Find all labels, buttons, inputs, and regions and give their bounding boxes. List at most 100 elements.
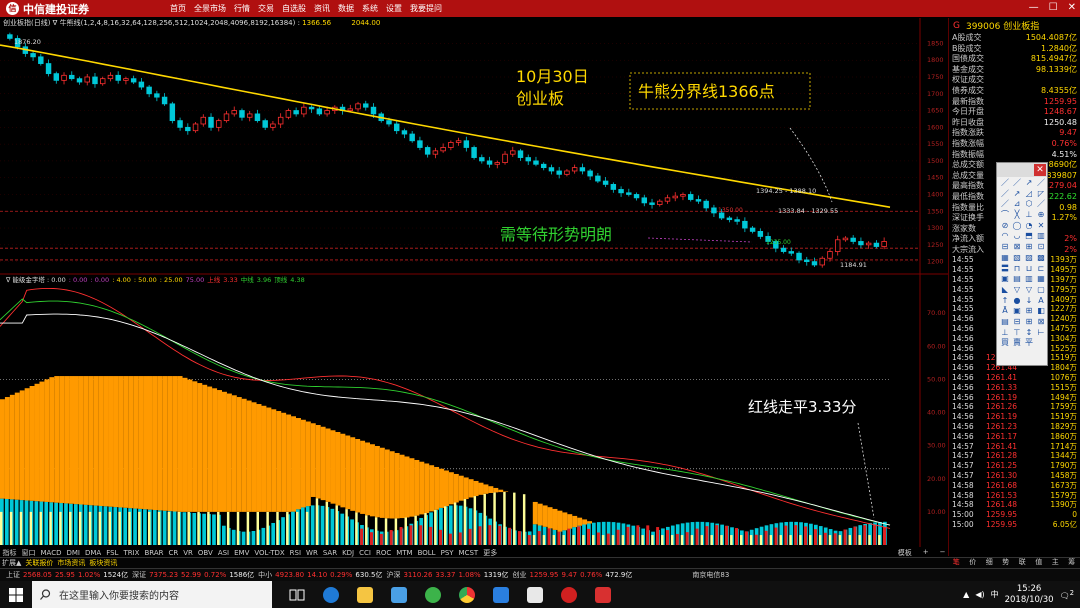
indicator-tab[interactable]: RSI xyxy=(287,549,303,557)
indicator-tab[interactable]: 更多 xyxy=(481,548,500,558)
network-icon[interactable]: ▲ xyxy=(963,590,969,599)
index-name[interactable]: 创业 xyxy=(513,570,527,580)
indicator-tab[interactable]: MCST xyxy=(456,549,481,557)
drawing-tool-icon[interactable]: ⊟ xyxy=(1011,317,1023,328)
drawing-tool-icon[interactable]: 賣 xyxy=(1011,338,1023,349)
menu-item[interactable]: 系统 xyxy=(362,3,378,14)
drawing-toolbar[interactable]: ✕ ／／ ↗ ／／ ↗ ◿ ◸ ／ ⊿ ⬡ ／ ⌒ ╳ ⊥ ⊕ ⊘ ◯ ◔ ✕ ◠ ◡ ⬒ ▥ ⊟ ⊠ ⊞ ⊡ ▦ ▧ ▨ ▩ 〓 ⊓ ⊔ ⊏ ▣ ▤… xyxy=(996,162,1048,366)
drawing-tool-icon[interactable]: ◡ xyxy=(1011,231,1023,242)
drawing-tool-icon[interactable]: ▩ xyxy=(1035,253,1047,264)
quote-panel-tab[interactable]: 势 xyxy=(1002,557,1009,568)
file-explorer-icon[interactable] xyxy=(348,581,382,608)
quote-panel-tab[interactable]: 笔 xyxy=(953,557,960,568)
menu-item[interactable]: 我要提问 xyxy=(410,3,442,14)
indicator-tab[interactable]: SAR xyxy=(320,549,339,557)
drawing-tool-icon[interactable]: ● xyxy=(1011,296,1023,307)
indicator-tab[interactable]: 窗口 xyxy=(19,548,38,558)
indicator-tab[interactable]: CCI xyxy=(357,549,374,557)
quote-panel-tab[interactable]: 联 xyxy=(1019,557,1026,568)
drawing-tool-icon[interactable]: ／ xyxy=(1035,199,1047,210)
drawing-tool-icon[interactable]: ▥ xyxy=(1035,231,1047,242)
edge-browser-icon[interactable] xyxy=(314,581,348,608)
drawing-tool-icon[interactable]: ⊠ xyxy=(1011,242,1023,253)
store-icon[interactable] xyxy=(382,581,416,608)
drawing-tool-icon[interactable]: ⊟ xyxy=(999,242,1011,253)
drawing-tool-icon[interactable]: ▣ xyxy=(1011,306,1023,317)
indicator-tab[interactable]: MTM xyxy=(394,549,415,557)
maximize-icon[interactable]: ☐ xyxy=(1049,2,1058,13)
drawing-tool-icon[interactable]: ◣ xyxy=(999,285,1011,296)
close-icon[interactable]: ✕ xyxy=(1068,2,1076,13)
extension-toggle[interactable]: 扩展▲ xyxy=(2,558,21,568)
clock[interactable]: 15:26 2018/10/30 xyxy=(1005,584,1054,606)
close-icon[interactable]: ✕ xyxy=(1034,164,1046,176)
task-view-icon[interactable] xyxy=(280,581,314,608)
drawing-tool-icon[interactable]: ◠ xyxy=(999,231,1011,242)
quote-panel-tab[interactable]: 价 xyxy=(969,557,976,568)
menu-item[interactable]: 自选股 xyxy=(282,3,306,14)
indicator-tab[interactable]: TRIX xyxy=(121,549,142,557)
drawing-tool-icon[interactable]: ／ xyxy=(999,189,1011,200)
indicator-tab[interactable]: DMI xyxy=(64,549,83,557)
drawing-tool-icon[interactable]: 買 xyxy=(999,338,1011,349)
indicator-tab[interactable]: VOL-TDX xyxy=(252,549,287,557)
indicator-tab[interactable]: MACD xyxy=(38,549,64,557)
drawing-tool-icon[interactable]: ↑ xyxy=(999,296,1011,307)
drawing-tool-icon[interactable]: ⊞ xyxy=(1023,242,1035,253)
drawing-tool-icon[interactable]: ⊘ xyxy=(999,221,1011,232)
drawing-tool-icon[interactable]: ✕ xyxy=(1035,221,1047,232)
drawing-tool-icon[interactable]: ◔ xyxy=(1023,221,1035,232)
indicator-tab[interactable]: FSL xyxy=(104,549,121,557)
drawing-tool-icon[interactable]: ／ xyxy=(1035,178,1047,189)
volume-icon[interactable]: ◀) xyxy=(975,590,984,599)
drawing-tool-icon[interactable]: ↗ xyxy=(1023,178,1035,189)
index-name[interactable]: 中小 xyxy=(258,570,272,580)
quote-panel-tab[interactable]: 细 xyxy=(986,557,993,568)
menu-item[interactable]: 全景市场 xyxy=(194,3,226,14)
menu-item[interactable]: 首页 xyxy=(170,3,186,14)
drawing-tool-icon[interactable]: ⬒ xyxy=(1023,231,1035,242)
drawing-tool-icon[interactable]: ⊏ xyxy=(1035,264,1047,275)
windows-start-icon[interactable] xyxy=(0,581,32,608)
drawing-tool-icon[interactable]: ⊡ xyxy=(1035,242,1047,253)
drawing-tool-icon[interactable]: ⊢ xyxy=(1035,328,1047,339)
drawing-tool-icon[interactable]: ↕ xyxy=(1023,328,1035,339)
drawing-tool-icon[interactable]: ▽ xyxy=(1011,285,1023,296)
drawing-tool-icon[interactable]: ▤ xyxy=(999,317,1011,328)
chrome-icon[interactable] xyxy=(450,581,484,608)
drawing-tool-icon[interactable]: ⊥ xyxy=(999,328,1011,339)
drawing-tool-icon[interactable]: ⊠ xyxy=(1035,317,1047,328)
indicator-tab[interactable]: ROC xyxy=(373,549,393,557)
drawing-tool-icon[interactable]: ／ xyxy=(999,199,1011,210)
drawing-tool-icon[interactable]: 平 xyxy=(1023,338,1035,349)
drawing-tool-icon[interactable]: ／ xyxy=(999,178,1011,189)
chat-app-icon[interactable] xyxy=(518,581,552,608)
drawing-tool-icon[interactable]: ▥ xyxy=(1023,274,1035,285)
drawing-tool-icon[interactable]: ↓ xyxy=(1023,296,1035,307)
index-name[interactable]: 上证 xyxy=(6,570,20,580)
indicator-tab[interactable]: ASI xyxy=(215,549,231,557)
menu-item[interactable]: 数据 xyxy=(338,3,354,14)
drawing-tool-icon[interactable]: ↗ xyxy=(1011,189,1023,200)
indicator-tab[interactable]: BRAR xyxy=(142,549,166,557)
menu-item[interactable]: 交易 xyxy=(258,3,274,14)
n-app-icon[interactable] xyxy=(586,581,620,608)
drawing-tool-icon[interactable]: ◿ xyxy=(1023,189,1035,200)
menu-item[interactable]: 设置 xyxy=(386,3,402,14)
mail-icon[interactable] xyxy=(484,581,518,608)
drawing-tool-icon[interactable]: ⊓ xyxy=(1011,264,1023,275)
input-language[interactable]: 中 xyxy=(991,589,999,600)
drawing-tool-icon[interactable]: ⊔ xyxy=(1023,264,1035,275)
drawing-tool-icon[interactable]: ⌒ xyxy=(999,210,1011,221)
quote-panel-tab[interactable]: 筹 xyxy=(1068,557,1075,568)
indicator-tab[interactable]: PSY xyxy=(438,549,456,557)
notification-icon[interactable]: 🗨2 xyxy=(1060,589,1074,601)
indicator-control[interactable]: − xyxy=(937,548,948,558)
indicator-tab[interactable]: DMA xyxy=(82,549,103,557)
drawing-toolbar-header[interactable]: ✕ xyxy=(997,163,1047,177)
drawing-tool-icon[interactable]: ▣ xyxy=(999,274,1011,285)
taskbar-search-box[interactable]: 在这里输入你要搜索的内容 xyxy=(32,581,272,608)
drawing-tool-icon[interactable] xyxy=(1035,338,1047,349)
drawing-tool-icon[interactable]: ⬡ xyxy=(1023,199,1035,210)
quote-panel-tab[interactable]: 值 xyxy=(1035,557,1042,568)
